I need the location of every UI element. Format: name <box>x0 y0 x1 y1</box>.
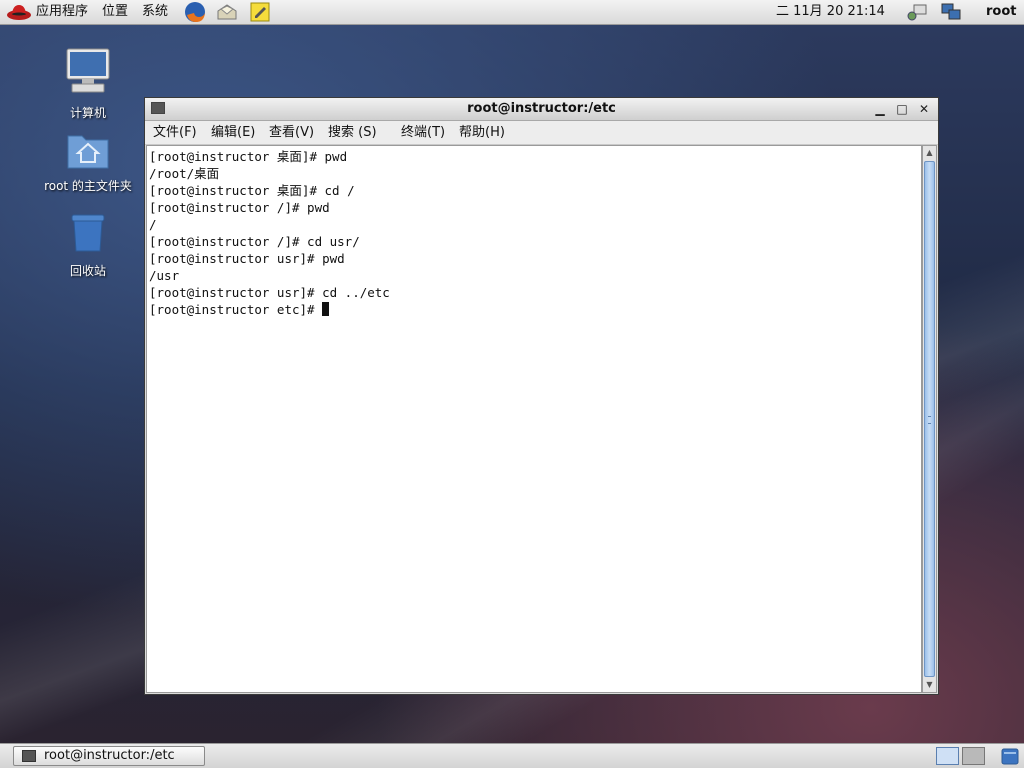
bottom-panel: root@instructor:/etc <box>0 743 1024 768</box>
scroll-down-icon[interactable]: ▼ <box>923 678 936 692</box>
scrollbar-grip <box>928 416 931 424</box>
terminal-icon <box>22 750 36 762</box>
desktop-icon-label: root 的主文件夹 <box>44 179 132 193</box>
mail-icon[interactable] <box>216 1 238 23</box>
applications-menu[interactable]: 应用程序 <box>36 0 88 24</box>
terminal-line: [root@instructor 桌面]# pwd <box>149 149 348 164</box>
terminal-line: [root@instructor /]# cd usr/ <box>149 234 360 249</box>
terminal-output[interactable]: [root@instructor 桌面]# pwd /root/桌面 [root… <box>146 145 922 693</box>
computer-icon <box>38 47 138 100</box>
redhat-logo-icon[interactable] <box>6 3 32 21</box>
window-titlebar[interactable]: root@instructor:/etc ▁ □ ✕ <box>145 98 938 121</box>
minimize-icon[interactable]: ▁ <box>872 101 888 117</box>
menu-file[interactable]: 文件(F) <box>153 121 197 144</box>
scrollbar-thumb[interactable] <box>924 161 935 677</box>
taskbar-button-label: root@instructor:/etc <box>44 748 175 763</box>
maximize-icon[interactable]: □ <box>894 101 910 117</box>
terminal-line: [root@instructor 桌面]# cd / <box>149 183 355 198</box>
terminal-prompt: [root@instructor etc]# <box>149 302 323 317</box>
taskbar-button-terminal[interactable]: root@instructor:/etc <box>13 746 205 766</box>
desktop-icon-label: 计算机 <box>69 106 106 120</box>
menu-search[interactable]: 搜索 (S) <box>328 121 377 144</box>
terminal-prompt-line[interactable]: [root@instructor etc]# <box>149 301 919 318</box>
menubar: 文件(F) 编辑(E) 查看(V) 搜索 (S) 终端(T) 帮助(H) <box>145 121 938 145</box>
user-menu[interactable]: root <box>986 0 1017 24</box>
top-panel: 应用程序 位置 系统 二 11月 20 21:14 root <box>0 0 1024 25</box>
vertical-scrollbar[interactable]: ▲ ▼ <box>922 145 937 693</box>
desktop-icon-home[interactable]: root 的主文件夹 <box>38 130 138 194</box>
terminal-line: /usr <box>149 268 180 283</box>
menu-edit[interactable]: 编辑(E) <box>211 121 255 144</box>
trash-applet-icon[interactable] <box>1000 746 1020 766</box>
clock[interactable]: 二 11月 20 21:14 <box>776 0 885 24</box>
terminal-line: [root@instructor /]# pwd <box>149 200 330 215</box>
terminal-window[interactable]: root@instructor:/etc ▁ □ ✕ 文件(F) 编辑(E) 查… <box>144 97 939 695</box>
places-menu[interactable]: 位置 <box>102 0 128 24</box>
text-cursor <box>322 302 330 316</box>
workspace-1[interactable] <box>936 747 959 765</box>
desktop-icon-label: 回收站 <box>69 264 106 278</box>
firefox-icon[interactable] <box>184 1 206 23</box>
terminal-line: /root/桌面 <box>149 166 220 181</box>
notes-icon[interactable] <box>249 1 271 23</box>
system-menu[interactable]: 系统 <box>142 0 168 24</box>
network-icon[interactable] <box>906 1 928 23</box>
desktop-icon-computer[interactable]: 计算机 <box>38 47 138 121</box>
trash-icon <box>38 211 138 258</box>
close-icon[interactable]: ✕ <box>916 101 932 117</box>
menu-help[interactable]: 帮助(H) <box>459 121 505 144</box>
menu-terminal[interactable]: 终端(T) <box>401 121 445 144</box>
terminal-line: / <box>149 217 157 232</box>
terminal-line: [root@instructor usr]# cd ../etc <box>149 285 390 300</box>
menu-view[interactable]: 查看(V) <box>269 121 314 144</box>
terminal-line: [root@instructor usr]# pwd <box>149 251 345 266</box>
desktop-icon-trash[interactable]: 回收站 <box>38 211 138 279</box>
window-title: root@instructor:/etc <box>467 101 616 116</box>
workspace-2[interactable] <box>962 747 985 765</box>
display-icon[interactable] <box>940 1 962 23</box>
scroll-up-icon[interactable]: ▲ <box>923 146 936 160</box>
home-folder-icon <box>38 130 138 173</box>
